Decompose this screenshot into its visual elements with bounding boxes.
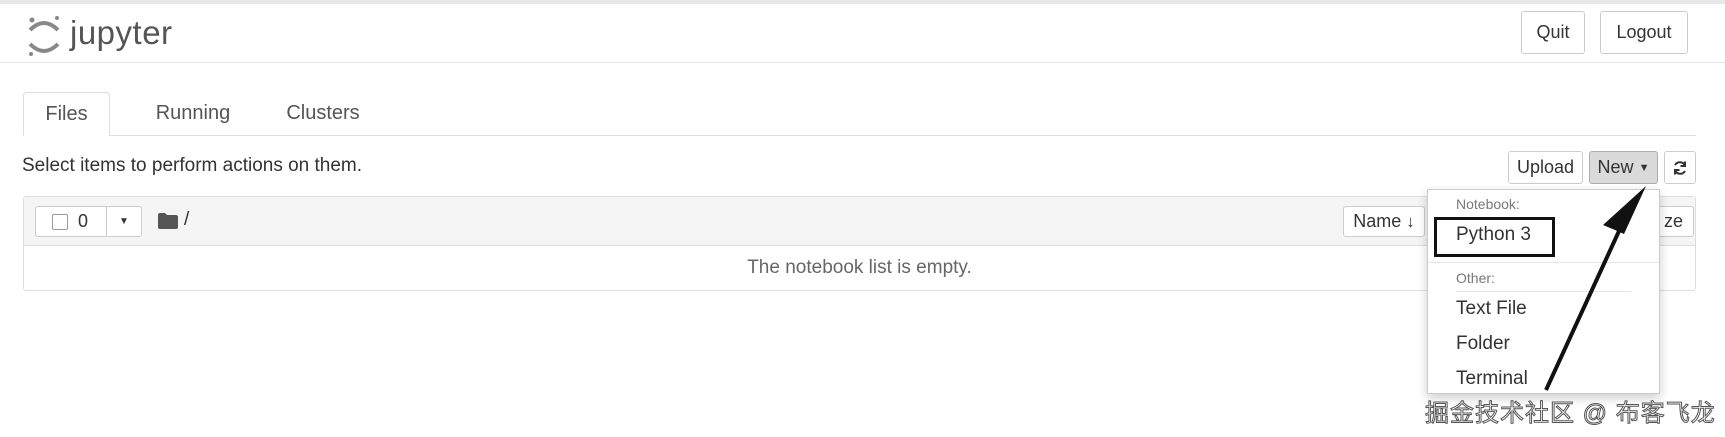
logout-button[interactable]: Logout (1600, 11, 1688, 54)
jupyter-logo[interactable]: jupyter (24, 14, 224, 58)
menu-item-terminal[interactable]: Terminal (1456, 368, 1528, 390)
tab-running[interactable]: Running (123, 92, 263, 135)
selected-count: 0 (78, 211, 89, 231)
menu-item-folder[interactable]: Folder (1456, 333, 1510, 355)
notebook-section-header: Notebook: (1456, 196, 1520, 212)
selection-hint: Select items to perform actions on them. (22, 155, 363, 176)
header: jupyter Quit Logout (0, 4, 1725, 63)
selection-dropdown-button[interactable]: ▼ (106, 206, 142, 237)
folder-icon (158, 213, 178, 229)
tab-files[interactable]: Files (23, 92, 110, 136)
sort-by-name-button[interactable]: Name ↓ (1343, 206, 1425, 237)
logo-text: jupyter (70, 14, 173, 51)
quit-button[interactable]: Quit (1521, 11, 1585, 54)
new-button[interactable]: New ▼ (1589, 151, 1658, 184)
menu-divider (1428, 262, 1659, 263)
watermark: 掘金技术社区 @ 布客飞龙 (1425, 400, 1716, 428)
tab-bar: Files Running Clusters (23, 92, 1696, 136)
caret-down-icon: ▼ (1638, 161, 1650, 174)
caret-down-icon: ▼ (119, 216, 129, 227)
upload-button[interactable]: Upload (1508, 151, 1583, 184)
tab-clusters[interactable]: Clusters (263, 92, 383, 135)
arrow-down-icon: ↓ (1406, 211, 1415, 231)
refresh-button[interactable] (1664, 151, 1696, 184)
menu-divider (1456, 291, 1631, 292)
other-section-header: Other: (1456, 270, 1495, 286)
breadcrumb[interactable]: / (184, 209, 189, 231)
select-all-checkbox[interactable] (52, 213, 68, 230)
jupyter-logo-icon (28, 16, 60, 56)
last-modified-label: ze (1663, 211, 1683, 231)
refresh-icon (1674, 160, 1686, 175)
menu-item-text-file[interactable]: Text File (1456, 298, 1527, 320)
select-all-control[interactable]: 0 (35, 206, 107, 237)
python3-highlight-box (1434, 217, 1555, 257)
sort-label: Name (1353, 211, 1402, 231)
new-button-label: New (1597, 157, 1634, 177)
